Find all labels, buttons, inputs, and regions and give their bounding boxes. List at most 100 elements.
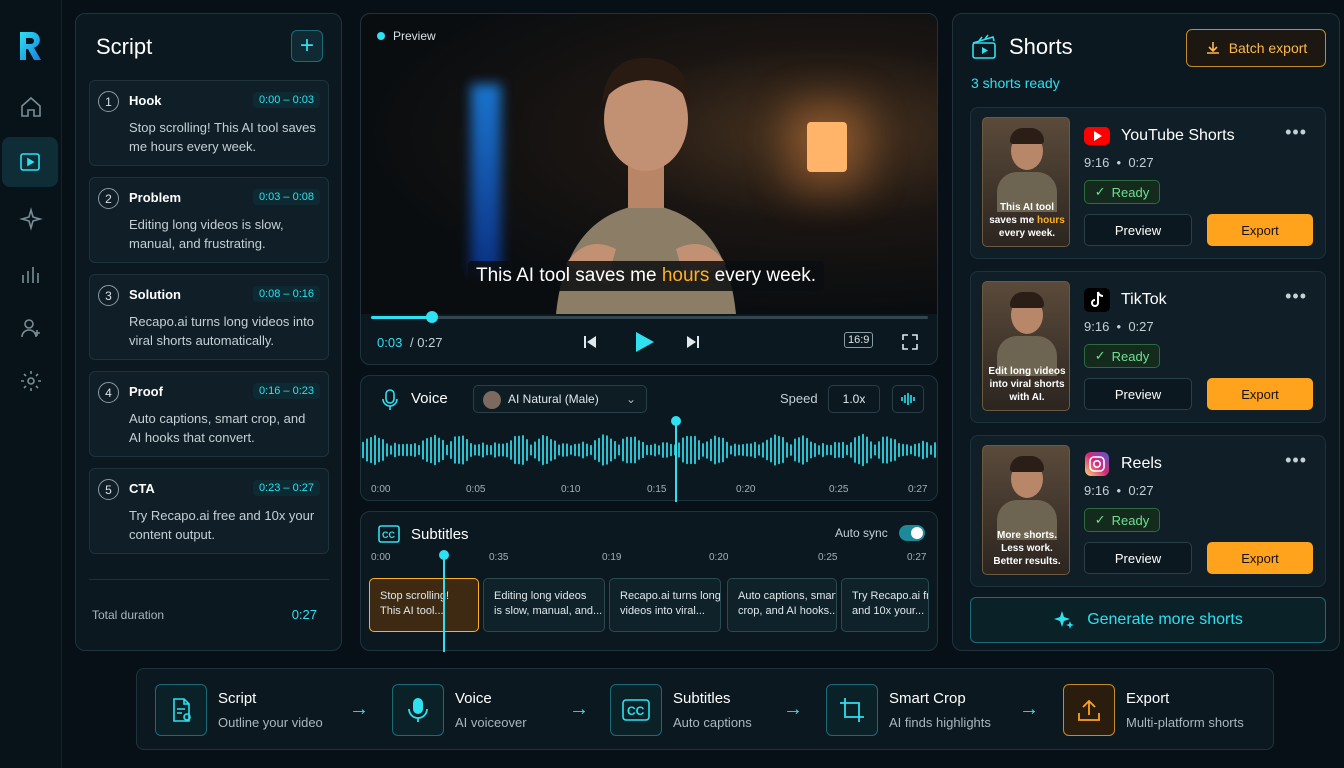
short-thumbnail[interactable]: Edit long videos into viral shorts with … bbox=[982, 281, 1070, 411]
short-thumbnail[interactable]: This AI tool saves me hours every week. bbox=[982, 117, 1070, 247]
section-label: Problem bbox=[129, 190, 182, 205]
microphone-icon bbox=[392, 684, 444, 736]
progress-knob[interactable] bbox=[426, 311, 439, 323]
subtitle-chip[interactable]: Recapo.ai turns long videos into viral... bbox=[609, 578, 721, 632]
skip-forward-icon[interactable] bbox=[683, 332, 703, 352]
nav-video[interactable] bbox=[2, 137, 58, 187]
auto-sync-toggle[interactable] bbox=[899, 525, 925, 541]
step-desc: AI finds highlights bbox=[889, 715, 991, 730]
download-icon bbox=[1206, 42, 1219, 54]
preview-button[interactable]: Preview bbox=[1084, 542, 1192, 574]
short-thumbnail[interactable]: More shorts. Less work. Better results. bbox=[982, 445, 1070, 575]
chip-line: This AI tool... bbox=[380, 605, 444, 617]
play-icon[interactable] bbox=[631, 329, 657, 355]
skip-back-icon[interactable] bbox=[580, 332, 600, 352]
app-logo[interactable] bbox=[14, 30, 46, 62]
subtitle-chip[interactable]: Stop scrolling! This AI tool... bbox=[369, 578, 479, 632]
pipeline-step-voice[interactable]: Voice AI voiceover bbox=[392, 684, 592, 736]
youtube-icon bbox=[1084, 127, 1110, 145]
pipeline-step-export[interactable]: Export Multi-platform shorts bbox=[1063, 684, 1263, 736]
thumbnail-caption: This AI tool saves me hours every week. bbox=[989, 202, 1065, 239]
lamp-light bbox=[807, 122, 847, 172]
export-button[interactable]: Export bbox=[1207, 214, 1313, 246]
plus-icon: + bbox=[299, 32, 314, 59]
cc-icon: CC bbox=[610, 684, 662, 736]
script-section-proof[interactable]: 4 Proof 0:16 – 0:23 Auto captions, smart… bbox=[89, 371, 329, 457]
section-number: 5 bbox=[98, 479, 119, 500]
generate-more-button[interactable]: Generate more shorts bbox=[970, 597, 1326, 643]
section-time: 0:16 – 0:23 bbox=[252, 383, 320, 399]
status-badge: ✓ Ready bbox=[1084, 508, 1160, 532]
pipeline-step-subtitles[interactable]: CC Subtitles Auto captions bbox=[610, 684, 810, 736]
nav-settings[interactable] bbox=[0, 356, 62, 406]
chip-line: and 10x your... bbox=[852, 605, 925, 617]
step-title: Script bbox=[218, 690, 257, 707]
aspect-ratio-button[interactable]: 16:9 bbox=[844, 332, 874, 348]
nav-ai[interactable] bbox=[0, 194, 62, 244]
nav-home[interactable] bbox=[0, 82, 62, 132]
preview-label: Preview bbox=[377, 29, 436, 43]
video-caption: This AI tool saves me hours every week. bbox=[468, 261, 825, 291]
voice-playhead[interactable] bbox=[675, 420, 677, 502]
subtitle-chip[interactable]: Auto captions, smart crop, and AI hooks..… bbox=[727, 578, 837, 632]
voice-tick: 0:20 bbox=[736, 484, 756, 495]
short-meta: 9:16 • 0:27 bbox=[1084, 155, 1154, 170]
subtitle-chip[interactable]: Try Recapo.ai free and 10x your... bbox=[841, 578, 929, 632]
video-icon bbox=[20, 153, 40, 171]
script-title: Script bbox=[96, 34, 153, 59]
script-section-solution[interactable]: 3 Solution 0:08 – 0:16 Recapo.ai turns l… bbox=[89, 274, 329, 360]
waveform-toggle-button[interactable] bbox=[892, 385, 924, 413]
shorts-ready-count: 3 shorts ready bbox=[971, 75, 1060, 91]
nav-users[interactable] bbox=[0, 303, 62, 353]
subtitle-tick: 0:00 bbox=[371, 552, 391, 563]
subtitle-playhead-knob[interactable] bbox=[439, 550, 449, 560]
preview-button[interactable]: Preview bbox=[1084, 214, 1192, 246]
chip-line: Try Recapo.ai free bbox=[852, 590, 928, 602]
section-label: Proof bbox=[129, 384, 163, 399]
section-label: CTA bbox=[129, 481, 155, 496]
audio-waveform[interactable] bbox=[361, 420, 937, 480]
video-frame[interactable]: Preview This AI tool saves me hours ever… bbox=[361, 14, 937, 314]
nav-analytics[interactable] bbox=[0, 249, 62, 299]
svg-text:CC: CC bbox=[382, 530, 395, 540]
waveform-icon bbox=[901, 393, 915, 405]
status-badge: ✓ Ready bbox=[1084, 344, 1160, 368]
platform-name: TikTok bbox=[1121, 291, 1167, 308]
more-options-icon[interactable]: ••• bbox=[1285, 450, 1307, 471]
playback-progress[interactable] bbox=[371, 311, 928, 323]
fullscreen-icon[interactable] bbox=[900, 332, 920, 352]
subtitles-panel: CC Subtitles Auto sync 0:00 0:35 0:19 0:20 0… bbox=[360, 511, 938, 652]
cc-icon: CC bbox=[378, 525, 400, 543]
section-number: 4 bbox=[98, 382, 119, 403]
arrow-right-icon: → bbox=[569, 698, 589, 720]
script-section-problem[interactable]: 2 Problem 0:03 – 0:08 Editing long video… bbox=[89, 177, 329, 263]
svg-text:CC: CC bbox=[627, 704, 645, 718]
export-button[interactable]: Export bbox=[1207, 542, 1313, 574]
batch-export-button[interactable]: Batch export bbox=[1186, 29, 1326, 67]
voice-tick: 0:10 bbox=[561, 484, 581, 495]
more-options-icon[interactable]: ••• bbox=[1285, 122, 1307, 143]
export-button[interactable]: Export bbox=[1207, 378, 1313, 410]
auto-sync-label: Auto sync bbox=[835, 526, 888, 540]
add-section-button[interactable]: + bbox=[291, 30, 323, 62]
script-section-cta[interactable]: 5 CTA 0:23 – 0:27 Try Recapo.ai free and… bbox=[89, 468, 329, 554]
check-icon: ✓ bbox=[1094, 348, 1106, 363]
voice-tick: 0:00 bbox=[371, 484, 391, 495]
pipeline-step-smart-crop[interactable]: Smart Crop AI finds highlights bbox=[826, 684, 1026, 736]
subtitle-playhead[interactable] bbox=[443, 554, 445, 652]
script-section-hook[interactable]: 1 Hook 0:00 – 0:03 Stop scrolling! This … bbox=[89, 80, 329, 166]
short-meta: 9:16 • 0:27 bbox=[1084, 319, 1154, 334]
voice-select[interactable]: AI Natural (Male) ⌄ bbox=[473, 385, 647, 413]
gear-icon bbox=[21, 371, 41, 391]
subtitle-tick: 0:27 bbox=[907, 552, 927, 563]
chip-line: is slow, manual, and... bbox=[494, 605, 603, 617]
section-text: Recapo.ai turns long videos into viral s… bbox=[129, 314, 315, 348]
pipeline-step-script[interactable]: Script Outline your video bbox=[155, 684, 355, 736]
speed-select[interactable]: 1.0x bbox=[828, 385, 880, 413]
voice-playhead-knob[interactable] bbox=[671, 416, 681, 426]
section-text: Stop scrolling! This AI tool saves me ho… bbox=[129, 120, 316, 154]
subtitle-chip[interactable]: Editing long videos is slow, manual, and.… bbox=[483, 578, 605, 632]
section-time: 0:08 – 0:16 bbox=[252, 286, 320, 302]
more-options-icon[interactable]: ••• bbox=[1285, 286, 1307, 307]
preview-button[interactable]: Preview bbox=[1084, 378, 1192, 410]
